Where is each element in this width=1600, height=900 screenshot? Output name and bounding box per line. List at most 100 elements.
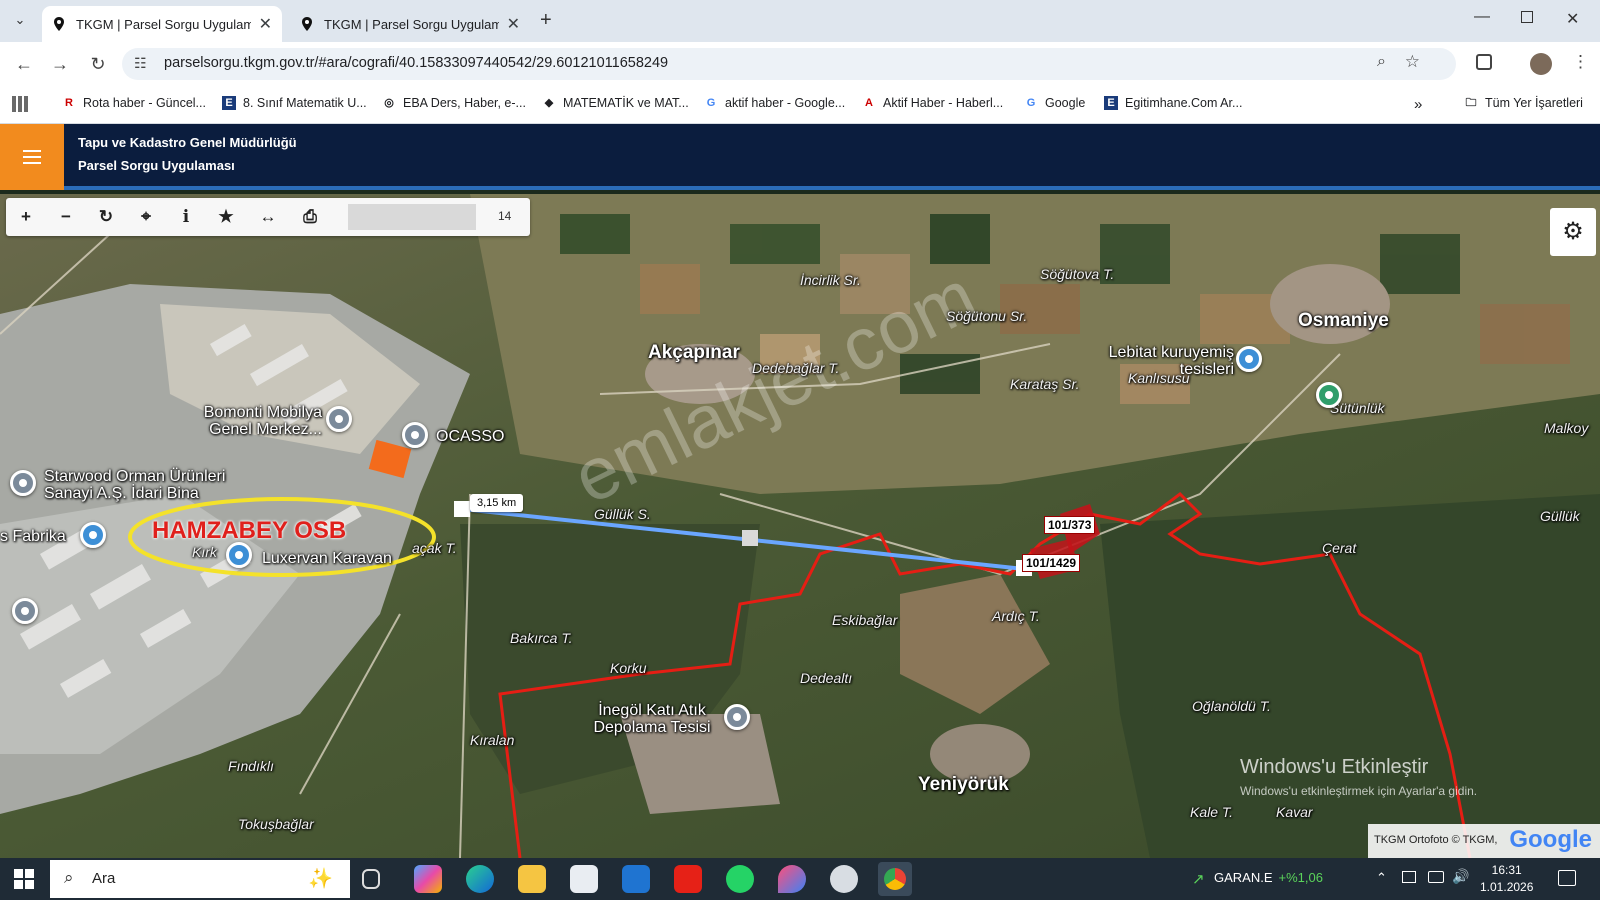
poi-marker-lebitat[interactable]: [1236, 346, 1262, 372]
place-sogutonu: Söğütonu Sr.: [946, 308, 1028, 324]
browser-menu-icon[interactable]: ⋮: [1572, 52, 1589, 72]
map-search-input[interactable]: [348, 204, 476, 230]
task-view-icon[interactable]: [362, 869, 380, 889]
place-eskibaglar: Eskibağlar: [832, 612, 898, 628]
tray-chevron-icon[interactable]: ⌃: [1376, 870, 1387, 886]
poi-marker-inegol[interactable]: [724, 704, 750, 730]
whatsapp-icon[interactable]: [726, 865, 754, 893]
bookmark-egitimhane[interactable]: E Egitimhane.Com Ar...: [1104, 96, 1242, 110]
bookmark-rota-haber[interactable]: R Rota haber - Güncel...: [62, 96, 206, 110]
print-icon[interactable]: ⎙: [298, 206, 322, 228]
minimize-icon[interactable]: —: [1474, 8, 1490, 26]
network-icon[interactable]: [1428, 871, 1444, 883]
poi-marker-bomonti[interactable]: [326, 406, 352, 432]
reload-icon[interactable]: ↻: [86, 52, 110, 76]
place-dedealti: Dedealtı: [800, 670, 853, 686]
favorite-icon[interactable]: ★: [214, 206, 238, 228]
site-settings-icon[interactable]: ☷: [134, 55, 147, 72]
poi-inegol: İnegöl Katı Atık Depolama Tesisi: [593, 702, 711, 736]
bookmark-label: Aktif Haber - Haberl...: [883, 96, 1004, 110]
restore-icon[interactable]: [1521, 11, 1533, 23]
bookmark-matematik[interactable]: E 8. Sınıf Matematik U...: [222, 96, 367, 110]
place-kirk: Kırk: [192, 544, 217, 560]
bookmark-label: 8. Sınıf Matematik U...: [243, 96, 367, 110]
zoom-out-icon[interactable]: −: [54, 206, 78, 228]
measure-icon[interactable]: ↔: [256, 206, 280, 228]
bookmark-google[interactable]: G Google: [1024, 96, 1086, 110]
place-findikli: Fındıklı: [228, 758, 274, 774]
info-icon[interactable]: i: [174, 206, 198, 228]
bookmark-matematik-ve[interactable]: ◆ MATEMATİK ve MAT...: [542, 96, 689, 110]
zoom-in-icon[interactable]: +: [14, 206, 38, 228]
tab-close-icon[interactable]: ✕: [259, 14, 272, 34]
parcel-label[interactable]: 101/1429: [1022, 554, 1081, 572]
browser-tab-bar: ⌄ TKGM | Parsel Sorgu Uygulama ✕ TKGM | …: [0, 0, 1600, 42]
clock[interactable]: 16:31 1.01.2026: [1480, 862, 1533, 896]
poi-marker-ocasso[interactable]: [402, 422, 428, 448]
place-akcapinar: Akçapınar: [648, 342, 740, 363]
poi-marker-starwood[interactable]: [10, 470, 36, 496]
youtube-icon[interactable]: [674, 865, 702, 893]
place-yeniyoruk: Yeniyörük: [918, 774, 1009, 795]
gear-icon[interactable]: ⚙: [1550, 208, 1596, 256]
store-icon[interactable]: [570, 865, 598, 893]
locate-icon[interactable]: ⌖: [134, 206, 158, 228]
attribution-text: TKGM Ortofoto © TKGM,: [1374, 834, 1498, 846]
e-favicon: E: [1104, 96, 1118, 110]
file-explorer-icon[interactable]: [518, 865, 546, 893]
map-view[interactable]: emlakjet.com + − ↻ ⌖ i ★ ↔ ⎙ 14 ⚙ Akçapı…: [0, 194, 1600, 858]
extensions-icon[interactable]: [1476, 54, 1492, 70]
bookmark-aktif-google[interactable]: Gaktif haber - Google...: [704, 96, 845, 110]
bookmark-aktif-haber[interactable]: A Aktif Haber - Haberl...: [862, 96, 1003, 110]
place-malkoy: Malkoy: [1544, 420, 1589, 436]
bookmarks-overflow-button[interactable]: »: [1414, 96, 1422, 113]
poi-ocasso: OCASSO: [436, 428, 505, 445]
browser-tab[interactable]: TKGM | Parsel Sorgu Uygulama ✕: [290, 6, 530, 42]
url-text[interactable]: parselsorgu.tkgm.gov.tr/#ara/cografi/40.…: [164, 55, 668, 71]
bookmark-eba[interactable]: ◎ EBA Ders, Haber, e-...: [382, 96, 526, 110]
apps-grid-icon[interactable]: [12, 96, 28, 112]
bookmark-label: EBA Ders, Haber, e-...: [403, 96, 526, 110]
poi-marker-luxervan[interactable]: [226, 542, 252, 568]
map-pin-icon: [54, 17, 64, 31]
place-baskT: açak T.: [412, 540, 457, 556]
measure-distance-label: 3,15 km: [470, 494, 524, 512]
display-icon[interactable]: [1402, 871, 1416, 883]
paint-icon[interactable]: [830, 865, 858, 893]
close-window-icon[interactable]: ✕: [1566, 9, 1579, 29]
parcel-label[interactable]: 101/373: [1044, 516, 1096, 534]
poi-fabrika: s Fabrika: [0, 528, 66, 545]
profile-avatar[interactable]: [1530, 53, 1552, 75]
bookmark-label: Egitimhane.Com Ar...: [1125, 96, 1243, 110]
bookmark-star-icon[interactable]: ☆: [1405, 52, 1420, 72]
back-icon[interactable]: ←: [12, 52, 36, 76]
refresh-icon[interactable]: ↻: [94, 206, 118, 228]
taskbar-search-input[interactable]: ⌕ Ara ✨: [50, 860, 350, 898]
menu-hamburger-icon[interactable]: [0, 124, 64, 190]
poi-marker-fabrika[interactable]: [80, 522, 106, 548]
all-bookmarks-button[interactable]: 🗀 Tüm Yer İşaretleri: [1464, 96, 1583, 110]
tab-list-chevron-icon[interactable]: ⌄: [10, 12, 30, 32]
notification-icon[interactable]: [1558, 870, 1576, 886]
annotation-hamzabey-osb: HAMZABEY OSB: [152, 517, 347, 544]
forward-icon[interactable]: →: [48, 52, 72, 76]
drop-icon[interactable]: [778, 865, 806, 893]
address-bar[interactable]: ☷ parselsorgu.tkgm.gov.tr/#ara/cografi/4…: [122, 48, 1456, 80]
browser-tab-active[interactable]: TKGM | Parsel Sorgu Uygulama ✕: [42, 6, 282, 42]
outlook-icon[interactable]: [622, 865, 650, 893]
place-korku: Korku: [610, 660, 647, 676]
globe-icon: ◎: [384, 97, 394, 109]
poi-marker-west[interactable]: [12, 598, 38, 624]
place-sogutova: Söğütova T.: [1040, 266, 1115, 282]
poi-starwood: Starwood Orman Ürünleri Sanayi A.Ş. İdar…: [44, 468, 226, 502]
edge-icon[interactable]: [466, 865, 494, 893]
copilot-icon[interactable]: [414, 865, 442, 893]
zoom-icon[interactable]: ⌕: [1377, 53, 1386, 71]
stock-widget[interactable]: GARAN.E +%1,06: [1214, 870, 1323, 885]
tab-close-icon[interactable]: ✕: [507, 14, 520, 34]
poi-marker-park[interactable]: [1316, 382, 1342, 408]
windows-start-icon[interactable]: [14, 869, 34, 889]
new-tab-button[interactable]: +: [540, 9, 552, 32]
bookmark-label: aktif haber - Google...: [725, 96, 846, 110]
volume-icon[interactable]: 🔊: [1452, 868, 1469, 885]
